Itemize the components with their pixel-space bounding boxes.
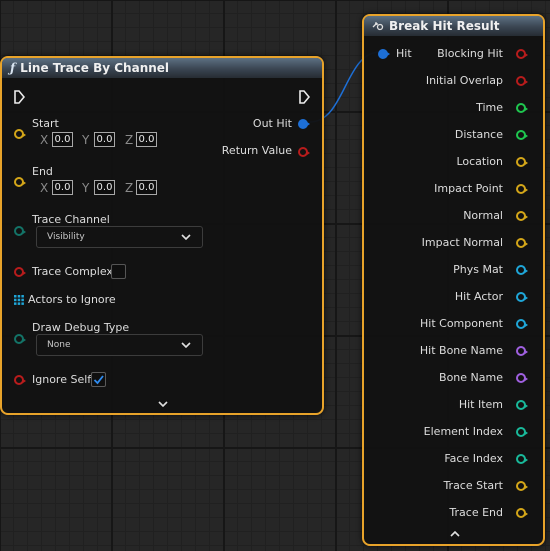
output-pin-initial-overlap[interactable]: [516, 76, 528, 86]
chevron-up-icon[interactable]: [450, 531, 460, 537]
output-label-face-index: Face Index: [444, 452, 503, 465]
draw-debug-type-pin[interactable]: [14, 334, 26, 344]
break-hit-result-node[interactable]: Break Hit Result Hit Blocking Hit Initial…: [362, 14, 545, 546]
output-label-impact-point: Impact Point: [434, 182, 503, 195]
output-pin-face-index[interactable]: [516, 454, 528, 464]
output-pin-hit-item[interactable]: [516, 400, 528, 410]
draw-debug-type-label: Draw Debug Type: [32, 321, 130, 334]
ignore-self-pin[interactable]: [14, 375, 26, 385]
start-z-axis: Z: [125, 133, 134, 147]
end-x-axis: X: [40, 181, 49, 195]
ignore-self-checkbox[interactable]: [91, 372, 106, 387]
exec-in-pin[interactable]: [13, 90, 25, 104]
start-x-axis: X: [40, 133, 49, 147]
output-pin-impact-normal[interactable]: [516, 238, 528, 248]
trace-complex-pin[interactable]: [14, 267, 26, 277]
output-pin-impact-point[interactable]: [516, 184, 528, 194]
output-pin-hit-component[interactable]: [516, 319, 528, 329]
output-pin-blocking-hit[interactable]: [516, 49, 528, 59]
output-label-hit-component: Hit Component: [420, 317, 503, 330]
trace-complex-label: Trace Complex: [32, 265, 113, 278]
actors-to-ignore-label: Actors to Ignore: [28, 293, 116, 306]
function-icon: ƒ: [10, 61, 16, 75]
ignore-self-label: Ignore Self: [32, 373, 92, 386]
return-value-label: Return Value: [221, 144, 292, 157]
output-label-hit-actor: Hit Actor: [454, 290, 503, 303]
output-label-bone-name: Bone Name: [439, 371, 503, 384]
node-title: Line Trace By Channel: [20, 61, 170, 75]
output-pin-location[interactable]: [516, 157, 528, 167]
output-label-distance: Distance: [454, 128, 503, 141]
output-pin-hit-actor[interactable]: [516, 292, 528, 302]
node-title: Break Hit Result: [389, 19, 500, 33]
node-header[interactable]: ƒ Line Trace By Channel: [2, 58, 322, 78]
output-pin-distance[interactable]: [516, 130, 528, 140]
trace-channel-label: Trace Channel: [32, 213, 110, 226]
output-label-blocking-hit: Blocking Hit: [437, 47, 503, 60]
output-pin-hit-bone-name[interactable]: [516, 346, 528, 356]
start-y-axis: Y: [82, 133, 90, 147]
draw-debug-type-value: None: [47, 340, 71, 350]
node-header[interactable]: Break Hit Result: [364, 16, 543, 36]
end-x-field[interactable]: 0.0: [52, 180, 73, 195]
draw-debug-type-dropdown[interactable]: None: [36, 334, 203, 356]
start-z-field[interactable]: 0.0: [136, 132, 157, 147]
array-grid-icon[interactable]: [14, 295, 24, 305]
hit-input-pin[interactable]: [378, 49, 390, 59]
chevron-down-icon[interactable]: [158, 401, 168, 407]
start-x-field[interactable]: 0.0: [52, 132, 73, 147]
checkmark-icon: [93, 375, 104, 385]
hit-input-label: Hit: [396, 47, 412, 60]
end-y-field[interactable]: 0.0: [94, 180, 115, 195]
end-label: End: [32, 165, 53, 178]
output-pin-normal[interactable]: [516, 211, 528, 221]
output-label-impact-normal: Impact Normal: [421, 236, 503, 249]
trace-complex-checkbox[interactable]: [111, 264, 126, 279]
output-label-phys-mat: Phys Mat: [453, 263, 503, 276]
end-z-axis: Z: [125, 181, 134, 195]
break-struct-icon: [372, 22, 384, 31]
line-trace-by-channel-node[interactable]: ƒ Line Trace By Channel Start X 0.0 Y 0.…: [0, 56, 324, 415]
output-label-normal: Normal: [463, 209, 503, 222]
output-pin-trace-end[interactable]: [516, 508, 528, 518]
output-label-initial-overlap: Initial Overlap: [425, 74, 503, 87]
out-hit-pin[interactable]: [298, 119, 310, 129]
output-pin-time[interactable]: [516, 103, 528, 113]
output-pin-bone-name[interactable]: [516, 373, 528, 383]
output-label-trace-end: Trace End: [449, 506, 503, 519]
chevron-down-icon: [181, 342, 191, 348]
return-value-pin[interactable]: [298, 147, 310, 157]
trace-channel-value: Visibility: [47, 232, 85, 242]
trace-channel-pin[interactable]: [14, 226, 26, 236]
output-label-hit-bone-name: Hit Bone Name: [419, 344, 503, 357]
chevron-down-icon: [181, 234, 191, 240]
trace-channel-dropdown[interactable]: Visibility: [36, 226, 203, 248]
output-label-trace-start: Trace Start: [443, 479, 503, 492]
end-z-field[interactable]: 0.0: [136, 180, 157, 195]
output-pin-phys-mat[interactable]: [516, 265, 528, 275]
start-label: Start: [32, 117, 59, 130]
end-y-axis: Y: [82, 181, 90, 195]
output-pin-element-index[interactable]: [516, 427, 528, 437]
output-pin-trace-start[interactable]: [516, 481, 528, 491]
end-pin[interactable]: [14, 177, 26, 187]
start-pin[interactable]: [14, 129, 26, 139]
start-y-field[interactable]: 0.0: [94, 132, 115, 147]
out-hit-label: Out Hit: [252, 117, 292, 130]
output-label-time: Time: [476, 101, 503, 114]
output-label-element-index: Element Index: [423, 425, 503, 438]
exec-out-pin[interactable]: [298, 90, 310, 104]
output-label-location: Location: [456, 155, 503, 168]
output-label-hit-item: Hit Item: [458, 398, 503, 411]
